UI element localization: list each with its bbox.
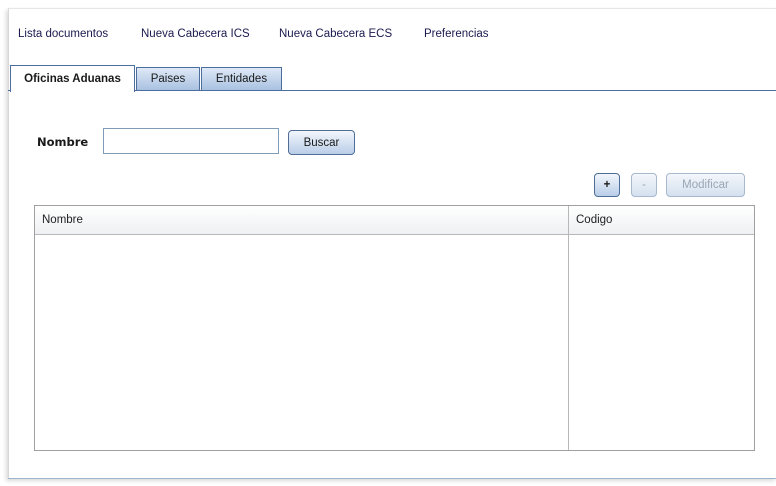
nombre-search-input[interactable] — [103, 128, 279, 154]
table-header: Nombre Codigo — [35, 206, 754, 235]
tab-oficinas-aduanas[interactable]: Oficinas Aduanas — [10, 65, 135, 92]
frame-bottom-border — [8, 478, 776, 479]
oficinas-table[interactable]: Nombre Codigo — [34, 205, 755, 451]
buscar-button[interactable]: Buscar — [288, 130, 355, 155]
tab-label: Oficinas Aduanas — [24, 73, 121, 85]
tab-label: Entidades — [215, 73, 268, 85]
nav-link-preferencias[interactable]: Preferencias — [424, 28, 489, 40]
nav-link-nueva-cabecera-ecs[interactable]: Nueva Cabecera ECS — [279, 28, 392, 40]
tab-label: Paises — [150, 73, 186, 85]
column-header-codigo[interactable]: Codigo — [569, 206, 754, 235]
tab-entidades[interactable]: Entidades — [201, 67, 282, 90]
tab-paises[interactable]: Paises — [136, 67, 200, 90]
column-header-nombre[interactable]: Nombre — [35, 206, 569, 235]
column-divider — [568, 206, 569, 450]
nav-link-nueva-cabecera-ics[interactable]: Nueva Cabecera ICS — [141, 28, 250, 40]
nombre-label: Nombre — [37, 135, 89, 149]
nav-link-lista-documentos[interactable]: Lista documentos — [18, 28, 108, 40]
modificar-button[interactable]: Modificar — [666, 173, 745, 197]
remove-button[interactable]: - — [631, 173, 657, 197]
add-button[interactable]: + — [594, 173, 620, 197]
